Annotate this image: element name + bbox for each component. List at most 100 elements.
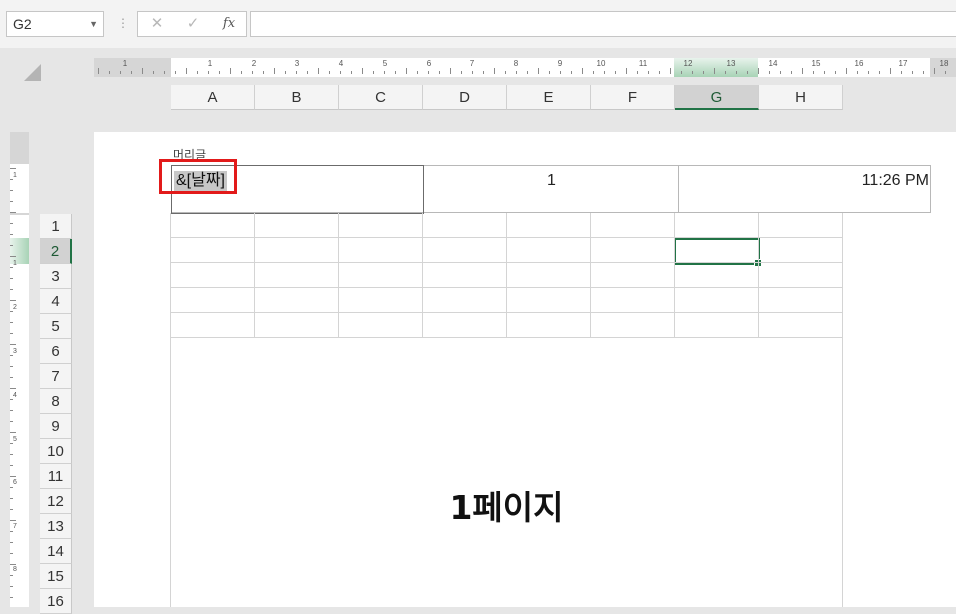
grid-column-line [506,213,507,338]
row-header-7[interactable]: 7 [40,364,72,389]
ruler-tick [439,71,440,74]
row-header-4[interactable]: 4 [40,289,72,314]
name-box-value: G2 [13,16,32,32]
ruler-tick [934,68,935,74]
ruler-tick [10,476,16,477]
row-header-13[interactable]: 13 [40,514,72,539]
ruler-tick [10,575,13,576]
ruler-tick [549,71,550,74]
formula-bar: G2 ▼ ⋮ ✕ ✓ fx [0,0,956,48]
ruler-tick [10,267,13,268]
formula-input[interactable] [250,11,956,37]
ruler-left-margin[interactable] [94,58,171,77]
ruler-tick [10,355,13,356]
ruler-tick [879,71,880,74]
more-options-icon[interactable]: ⋮ [117,16,129,30]
page-layout-sheet: 머리글 &[날짜] 1 11:26 PM 1페이지 [94,132,956,607]
ruler-number: 10 [596,59,606,68]
column-header-a[interactable]: A [171,85,255,110]
header-center-section[interactable]: 1 [425,171,678,191]
ruler-tick [340,71,341,74]
ruler-tick [604,71,605,74]
grid-row-line [171,337,843,338]
row-header-16[interactable]: 16 [40,589,72,614]
column-header-h[interactable]: H [759,85,843,110]
ruler-tick [494,68,495,74]
column-header-c[interactable]: C [339,85,423,110]
ruler-tick [241,71,242,74]
ruler-tick [307,71,308,74]
ruler-tick [10,234,13,235]
formula-buttons: ✕ ✓ fx [137,11,247,37]
ruler-tick [10,443,13,444]
ruler-tick [10,454,13,455]
header-right-section[interactable]: 11:26 PM [862,171,929,191]
ruler-tick [153,71,154,74]
ruler-tick [945,71,946,74]
ruler-number: 8 [13,566,17,573]
ruler-tick [186,68,187,74]
active-cell[interactable] [674,238,762,267]
ruler-tick [10,487,13,488]
column-header-f[interactable]: F [591,85,675,110]
column-header-b[interactable]: B [255,85,339,110]
enter-icon[interactable]: ✓ [178,12,208,36]
ruler-tick [670,68,671,74]
ruler-number: 6 [426,59,432,68]
row-header-2[interactable]: 2 [40,239,72,264]
ruler-tick [120,71,121,74]
row-header-14[interactable]: 14 [40,539,72,564]
row-header-8[interactable]: 8 [40,389,72,414]
ruler-tick [274,68,275,74]
select-all-button[interactable] [24,64,41,81]
ruler-tick [10,586,13,587]
column-header-d[interactable]: D [423,85,507,110]
ruler-tick [538,68,539,74]
ruler-tick [263,71,264,74]
ruler-number: 4 [13,392,17,399]
row-header-10[interactable]: 10 [40,439,72,464]
ruler-number: 2 [251,59,257,68]
ruler-tick [175,71,176,74]
ruler-number: 15 [811,59,821,68]
ruler-top-margin[interactable] [10,132,29,164]
row-header-11[interactable]: 11 [40,464,72,489]
annotation-highlight-box [159,159,237,194]
row-headers: 1 2 3 4 5 6 7 8 9 10 11 12 13 14 15 16 [40,214,72,614]
cancel-icon[interactable]: ✕ [142,12,172,36]
ruler-tick [10,201,13,202]
row-header-9[interactable]: 9 [40,414,72,439]
page-watermark: 1페이지 [449,488,564,527]
ruler-tick [164,71,165,74]
ruler-number: 12 [683,59,693,68]
insert-function-icon[interactable]: fx [214,12,244,36]
ruler-tick [10,333,13,334]
cell-grid[interactable] [170,213,843,607]
ruler-tick [109,71,110,74]
name-box[interactable]: G2 ▼ [6,11,104,37]
row-header-15[interactable]: 15 [40,564,72,589]
ruler-number: 9 [557,59,563,68]
row-header-5[interactable]: 5 [40,314,72,339]
column-header-g[interactable]: G [675,85,759,110]
ruler-tick [406,68,407,74]
column-headers: ABCDEFGH [171,85,843,110]
ruler-header-gap [10,213,29,215]
ruler-number: 16 [854,59,864,68]
row-header-1[interactable]: 1 [40,214,72,239]
row-header-3[interactable]: 3 [40,264,72,289]
ruler-number: 11 [638,59,648,68]
ruler-tick [824,71,825,74]
ruler-tick [582,68,583,74]
column-header-e[interactable]: E [507,85,591,110]
ruler-tick [395,71,396,74]
ruler-tick [10,432,16,433]
chevron-down-icon[interactable]: ▼ [89,12,98,36]
row-header-12[interactable]: 12 [40,489,72,514]
ruler-tick [208,71,209,74]
row-header-6[interactable]: 6 [40,339,72,364]
ruler-tick [10,311,13,312]
ruler-number: 17 [898,59,908,68]
ruler-number: 3 [294,59,300,68]
grid-column-line [674,213,675,338]
